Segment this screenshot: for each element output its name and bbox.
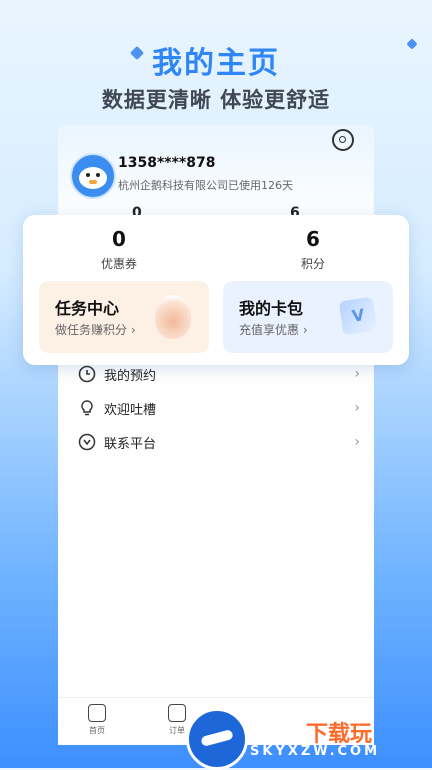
chevron-right-icon: › bbox=[354, 366, 360, 382]
coupon-count: 0 bbox=[112, 227, 126, 251]
settings-icon[interactable] bbox=[332, 129, 354, 151]
stat-coupons[interactable]: 0 优惠券 bbox=[59, 227, 179, 272]
menu-item-feedback[interactable]: 欢迎吐槽 › bbox=[78, 391, 360, 425]
menu-label: 欢迎吐槽 bbox=[104, 402, 157, 418]
assets-card: 0 优惠券 6 积分 任务中心 做任务赚积分 › 我的卡包 充值享优惠 › bbox=[23, 215, 409, 365]
hero-title: 我的主页 bbox=[152, 46, 280, 81]
task-center-tile[interactable]: 任务中心 做任务赚积分 › bbox=[39, 281, 209, 353]
support-icon bbox=[78, 433, 96, 451]
tile-subtitle: 充值享优惠 › bbox=[239, 323, 308, 337]
menu-label: 我的预约 bbox=[104, 368, 157, 384]
stat-points[interactable]: 6 积分 bbox=[253, 227, 373, 272]
tab-label: 首页 bbox=[89, 726, 105, 735]
lightbulb-icon bbox=[78, 399, 96, 417]
tile-title: 任务中心 bbox=[55, 299, 120, 318]
points-label: 积分 bbox=[300, 257, 325, 271]
order-icon bbox=[168, 704, 186, 722]
card-icon bbox=[338, 296, 378, 336]
user-company: 杭州企鹅科技有限公司已使用126天 bbox=[118, 179, 293, 192]
tab-home[interactable]: 首页 bbox=[72, 704, 122, 736]
tile-subtitle: 做任务赚积分 › bbox=[55, 323, 136, 337]
clock-icon bbox=[78, 365, 96, 383]
card-wallet-tile[interactable]: 我的卡包 充值享优惠 › bbox=[223, 281, 393, 353]
egg-icon bbox=[155, 295, 191, 339]
avatar[interactable] bbox=[70, 153, 116, 199]
tile-title: 我的卡包 bbox=[239, 299, 304, 318]
hero-subtitle: 数据更清晰 体验更舒适 bbox=[101, 88, 331, 112]
points-count: 6 bbox=[306, 227, 320, 251]
home-icon bbox=[88, 704, 106, 722]
site-logo-icon bbox=[186, 708, 248, 770]
menu-item-contact[interactable]: 联系平台 › bbox=[78, 425, 360, 459]
coupon-label: 优惠券 bbox=[100, 257, 137, 271]
chevron-right-icon: › bbox=[354, 434, 360, 450]
menu-label: 联系平台 bbox=[104, 436, 157, 452]
user-phone: 1358****878 bbox=[118, 155, 216, 171]
watermark-url: SKYXZW.COM bbox=[250, 744, 381, 759]
chevron-right-icon: › bbox=[354, 400, 360, 416]
